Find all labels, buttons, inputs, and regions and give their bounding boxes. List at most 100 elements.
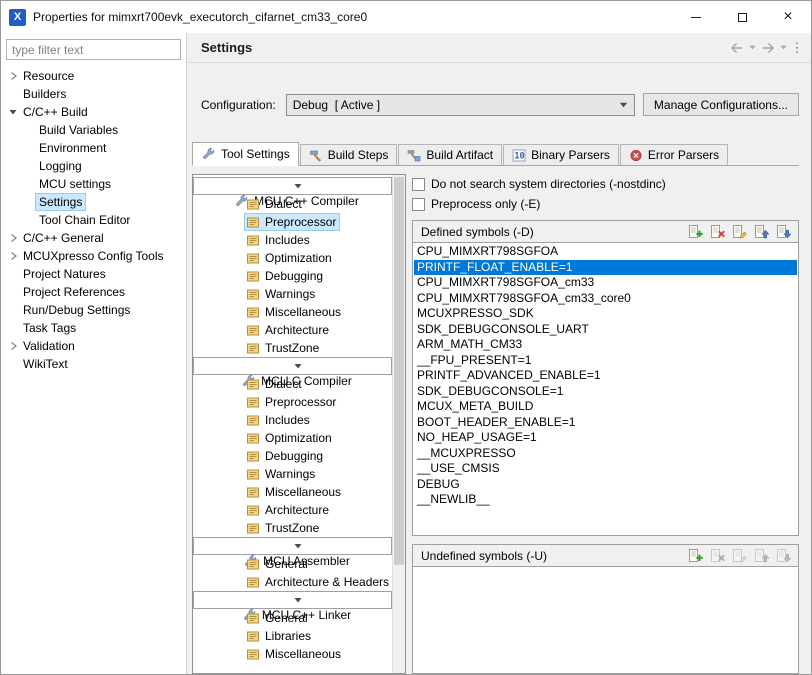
symbol-item[interactable]: SDK_DEBUGCONSOLE=1 — [414, 384, 797, 400]
sidebar-item-task-tags[interactable]: Task Tags — [1, 319, 186, 337]
symbol-item[interactable]: __MCUXPRESSO — [414, 446, 797, 462]
tool-tree-scrollbar[interactable] — [392, 175, 405, 673]
tool-tree-item-architecture[interactable]: Architecture — [193, 321, 392, 339]
symbol-item[interactable]: PRINTF_ADVANCED_ENABLE=1 — [414, 368, 797, 384]
tab-build-steps[interactable]: Build Steps — [300, 144, 398, 165]
sidebar-item-mcuxpresso-config-tools[interactable]: MCUXpresso Config Tools — [1, 247, 186, 265]
symbol-item[interactable]: NO_HEAP_USAGE=1 — [414, 430, 797, 446]
configuration-select[interactable]: Debug [ Active ] — [286, 94, 635, 116]
tool-tree-item-general[interactable]: General — [193, 609, 392, 627]
sidebar-item-mcu-settings[interactable]: MCU settings — [1, 175, 186, 193]
sidebar-item-builders[interactable]: Builders — [1, 85, 186, 103]
undefined-symbols-list[interactable] — [413, 567, 798, 673]
tab-binary-parsers[interactable]: 10Binary Parsers — [503, 144, 619, 165]
forward-history-dropdown-icon[interactable] — [779, 44, 788, 51]
back-history-dropdown-icon[interactable] — [748, 44, 757, 51]
symbol-item[interactable]: __NEWLIB__ — [414, 492, 797, 508]
sidebar-item-run-debug-settings[interactable]: Run/Debug Settings — [1, 301, 186, 319]
sidebar-item-settings[interactable]: Settings — [1, 193, 186, 211]
back-button[interactable] — [729, 41, 745, 55]
sidebar-item-resource[interactable]: Resource — [1, 67, 186, 85]
move-symbol-up-icon[interactable] — [753, 224, 770, 240]
symbol-item[interactable]: MCUX_META_BUILD — [414, 399, 797, 415]
tool-tree-item-preprocessor[interactable]: Preprocessor — [193, 393, 392, 411]
symbol-item[interactable]: MCUXPRESSO_SDK — [414, 306, 797, 322]
tool-tree-item-architecture[interactable]: Architecture — [193, 501, 392, 519]
tool-tree-item-mcu-assembler[interactable]: MCU Assembler — [193, 537, 392, 555]
symbol-item[interactable]: SDK_DEBUGCONSOLE_UART — [414, 322, 797, 338]
symbol-item[interactable]: CPU_MIMXRT798SGFOA_cm33 — [414, 275, 797, 291]
checkbox-label[interactable]: Preprocess only (-E) — [431, 197, 540, 211]
symbol-item[interactable]: CPU_MIMXRT798SGFOA_cm33_core0 — [414, 291, 797, 307]
symbol-item[interactable]: BOOT_HEADER_ENABLE=1 — [414, 415, 797, 431]
checkbox-label[interactable]: Do not search system directories (-nostd… — [431, 177, 666, 191]
collapse-arrow-icon[interactable] — [290, 538, 305, 553]
symbol-item[interactable]: __FPU_PRESENT=1 — [414, 353, 797, 369]
symbol-item[interactable]: __USE_CMSIS — [414, 461, 797, 477]
expand-arrow-icon[interactable] — [6, 251, 20, 261]
sidebar-item-environment[interactable]: Environment — [1, 139, 186, 157]
sidebar-item-build-variables[interactable]: Build Variables — [1, 121, 186, 139]
collapse-arrow-icon[interactable] — [6, 107, 20, 117]
sidebar-item-validation[interactable]: Validation — [1, 337, 186, 355]
tool-tree-item-libraries[interactable]: Libraries — [193, 627, 392, 645]
tool-tree-item-miscellaneous[interactable]: Miscellaneous — [193, 645, 392, 663]
tool-tree-item-preprocessor[interactable]: Preprocessor — [193, 213, 392, 231]
collapse-arrow-icon[interactable] — [290, 178, 305, 193]
sidebar-item-wikitext[interactable]: WikiText — [1, 355, 186, 373]
sidebar-item-project-references[interactable]: Project References — [1, 283, 186, 301]
tool-tree-item-includes[interactable]: Includes — [193, 231, 392, 249]
tab-build-artifact[interactable]: Build Artifact — [398, 144, 502, 165]
tool-tree-item-miscellaneous[interactable]: Miscellaneous — [193, 483, 392, 501]
sidebar-item-logging[interactable]: Logging — [1, 157, 186, 175]
minimize-button[interactable] — [673, 1, 719, 33]
delete-symbol-icon[interactable] — [709, 224, 726, 240]
add-symbol-icon[interactable] — [687, 224, 704, 240]
tool-tree-item-optimization[interactable]: Optimization — [193, 429, 392, 447]
checkbox[interactable] — [412, 198, 425, 211]
tool-tree-item-warnings[interactable]: Warnings — [193, 465, 392, 483]
collapse-arrow-icon[interactable] — [290, 592, 305, 607]
maximize-button[interactable] — [719, 1, 765, 33]
symbol-item[interactable]: ARM_MATH_CM33 — [414, 337, 797, 353]
tool-tree-item-architecture-headers[interactable]: Architecture & Headers — [193, 573, 392, 591]
tool-tree-item-warnings[interactable]: Warnings — [193, 285, 392, 303]
sidebar-item-c-c-general[interactable]: C/C++ General — [1, 229, 186, 247]
forward-button[interactable] — [760, 41, 776, 55]
expand-arrow-icon[interactable] — [6, 341, 20, 351]
symbol-item[interactable]: CPU_MIMXRT798SGFOA — [414, 244, 797, 260]
sidebar-item-c-c-build[interactable]: C/C++ Build — [1, 103, 186, 121]
tool-tree-item-mcu-c-linker[interactable]: MCU C++ Linker — [193, 591, 392, 609]
expand-arrow-icon[interactable] — [6, 233, 20, 243]
edit-symbol-icon[interactable] — [731, 224, 748, 240]
filter-input[interactable] — [6, 39, 181, 60]
tool-tree-item-mcu-c-compiler[interactable]: MCU C Compiler — [193, 357, 392, 375]
tool-tree-item-trustzone[interactable]: TrustZone — [193, 339, 392, 357]
scrollbar-thumb[interactable] — [394, 177, 404, 565]
defined-symbols-list[interactable]: CPU_MIMXRT798SGFOAPRINTF_FLOAT_ENABLE=1C… — [413, 243, 798, 535]
collapse-arrow-icon[interactable] — [290, 358, 305, 373]
close-button[interactable]: × — [765, 1, 811, 33]
manage-configurations-button[interactable]: Manage Configurations... — [643, 93, 799, 116]
tool-tree-item-mcu-c-compiler[interactable]: MCU C++ Compiler — [193, 177, 392, 195]
tab-error-parsers[interactable]: Error Parsers — [620, 144, 728, 165]
add-symbol-icon[interactable] — [687, 548, 704, 564]
tab-tool-settings[interactable]: Tool Settings — [192, 142, 299, 166]
tool-tree-item-miscellaneous[interactable]: Miscellaneous — [193, 303, 392, 321]
symbol-item[interactable]: PRINTF_FLOAT_ENABLE=1 — [414, 260, 797, 276]
tool-tree-item-trustzone[interactable]: TrustZone — [193, 519, 392, 537]
tool-tree-item-dialect[interactable]: Dialect — [193, 195, 392, 213]
expand-arrow-icon[interactable] — [6, 71, 20, 81]
sidebar-item-project-natures[interactable]: Project Natures — [1, 265, 186, 283]
move-symbol-down-icon[interactable] — [775, 224, 792, 240]
symbol-item[interactable]: DEBUG — [414, 477, 797, 493]
view-menu-icon[interactable]: ⋮ — [791, 39, 803, 57]
tool-tree-item-debugging[interactable]: Debugging — [193, 447, 392, 465]
tool-tree-item-includes[interactable]: Includes — [193, 411, 392, 429]
tool-tree-item-debugging[interactable]: Debugging — [193, 267, 392, 285]
checkbox[interactable] — [412, 178, 425, 191]
tool-tree-item-optimization[interactable]: Optimization — [193, 249, 392, 267]
sidebar-item-tool-chain-editor[interactable]: Tool Chain Editor — [1, 211, 186, 229]
tool-tree-item-general[interactable]: General — [193, 555, 392, 573]
tool-tree-item-dialect[interactable]: Dialect — [193, 375, 392, 393]
